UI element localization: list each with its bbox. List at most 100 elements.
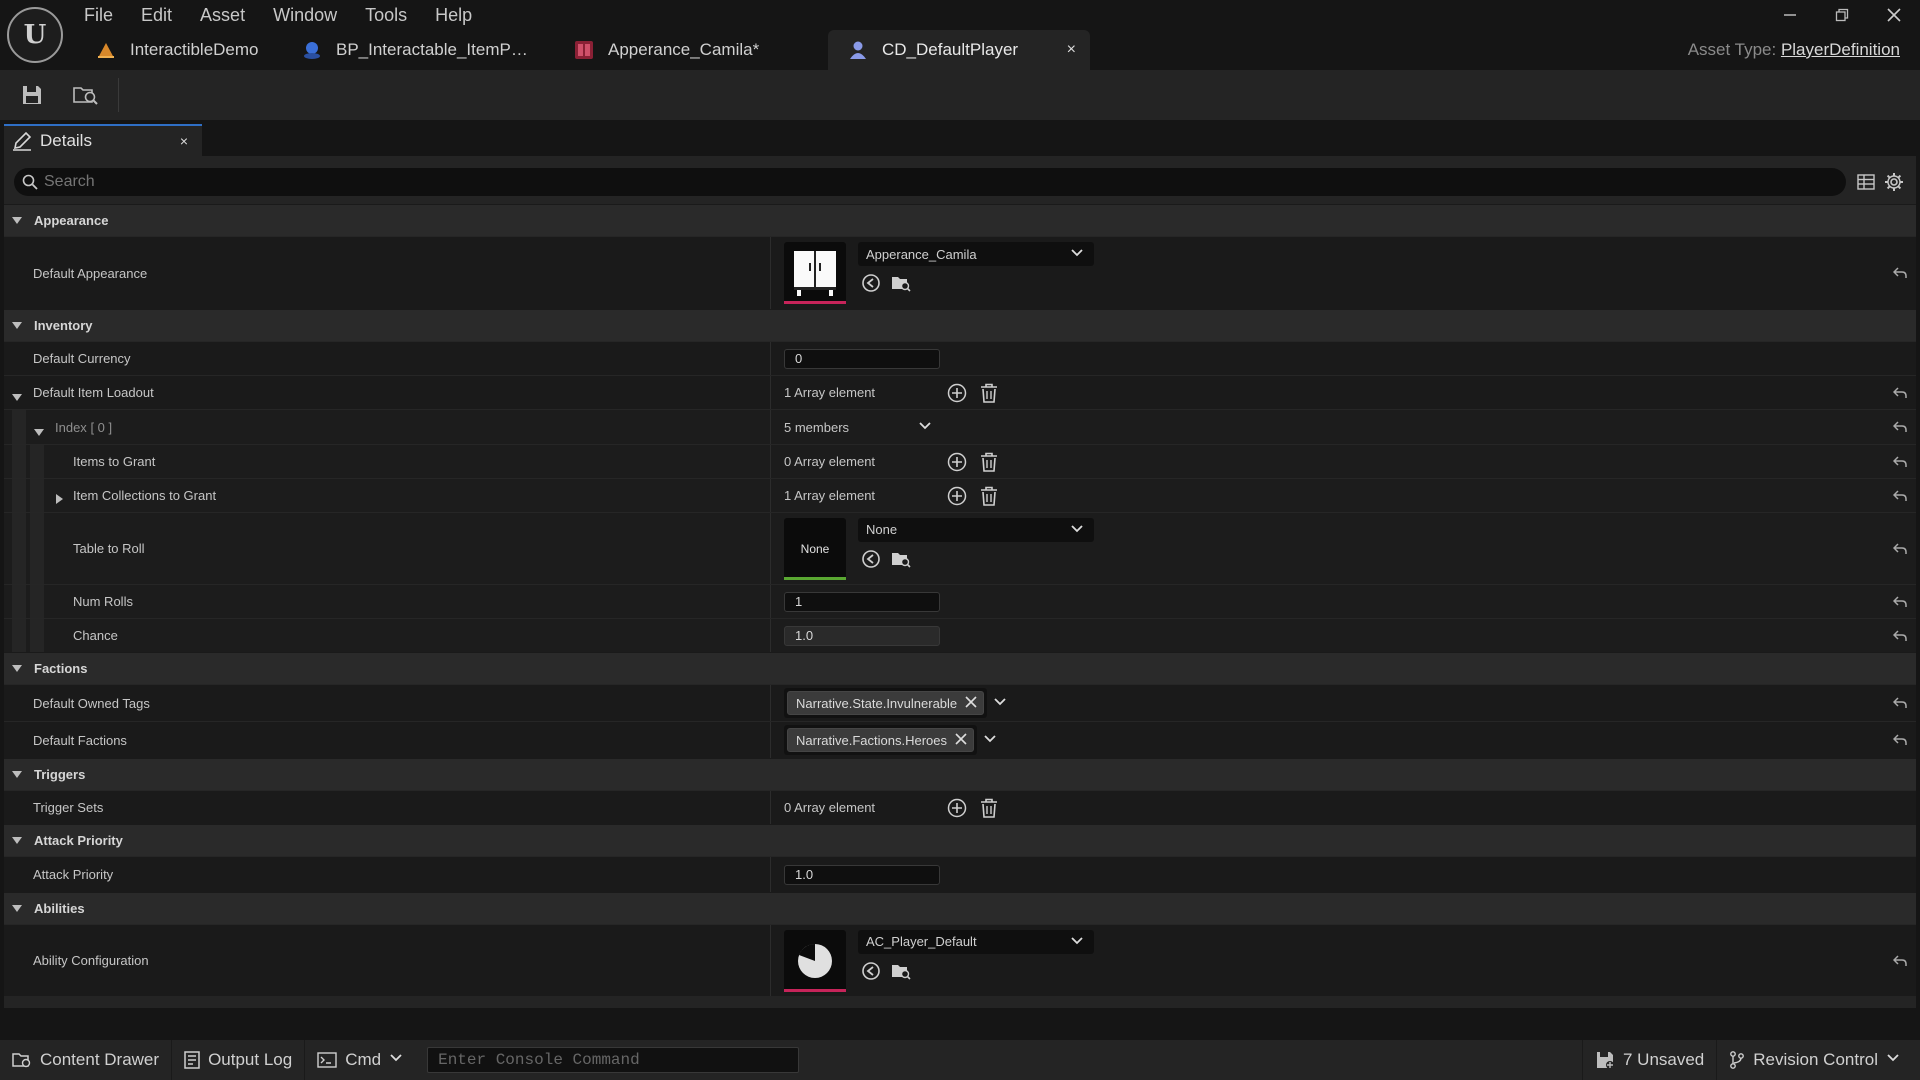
collapsed-arrow-icon[interactable] (56, 491, 64, 509)
reset-to-default-icon[interactable] (1890, 685, 1910, 721)
tab-bp-interactable[interactable]: BP_Interactable_ItemP… (284, 30, 556, 70)
tab-apperance-camila[interactable]: Apperance_Camila* (556, 30, 828, 70)
unreal-logo-icon[interactable]: U (7, 7, 63, 63)
reset-to-default-icon[interactable] (1890, 585, 1910, 618)
close-details-icon[interactable]: × (180, 133, 188, 149)
browse-icon[interactable] (890, 272, 912, 294)
column-splitter[interactable] (770, 791, 771, 824)
settings-gear-icon[interactable] (1884, 172, 1904, 192)
column-splitter[interactable] (770, 685, 771, 721)
asset-thumbnail[interactable] (784, 242, 846, 304)
menu-window[interactable]: Window (259, 3, 351, 29)
prop-chance: Chance (4, 618, 1916, 652)
reset-to-default-icon[interactable] (1890, 376, 1910, 409)
column-splitter[interactable] (770, 445, 771, 478)
tab-interactible-demo[interactable]: InteractibleDemo (78, 30, 284, 70)
column-splitter[interactable] (770, 857, 771, 892)
use-selected-icon[interactable] (860, 548, 882, 570)
browse-to-asset-icon[interactable] (70, 79, 102, 111)
menu-tools[interactable]: Tools (351, 3, 421, 29)
search-input[interactable] (44, 173, 1846, 191)
details-tab[interactable]: Details × (4, 124, 202, 156)
chevron-down-icon[interactable] (918, 419, 932, 436)
menu-edit[interactable]: Edit (127, 3, 186, 29)
revision-control-button[interactable]: Revision Control (1717, 1040, 1920, 1080)
column-splitter[interactable] (770, 479, 771, 512)
remove-tag-icon[interactable] (955, 732, 967, 748)
trash-icon[interactable] (978, 485, 1000, 507)
tab-cd-default-player[interactable]: CD_DefaultPlayer × (828, 30, 1090, 70)
category-factions[interactable]: Factions (4, 652, 1916, 684)
content-drawer-button[interactable]: Content Drawer (0, 1040, 173, 1080)
reset-to-default-icon[interactable] (1890, 410, 1910, 444)
reset-to-default-icon[interactable] (1890, 619, 1910, 652)
minimize-icon[interactable] (1764, 0, 1816, 30)
gameplay-tag-chip[interactable]: Narrative.Factions.Heroes (787, 728, 974, 752)
num-rolls-field[interactable] (784, 591, 940, 612)
add-element-icon[interactable] (946, 485, 968, 507)
browse-icon[interactable] (890, 960, 912, 982)
chevron-down-icon[interactable] (993, 695, 1007, 712)
menu-help[interactable]: Help (421, 3, 486, 29)
column-splitter[interactable] (770, 342, 771, 375)
browse-icon[interactable] (890, 548, 912, 570)
column-splitter[interactable] (770, 619, 771, 652)
use-selected-icon[interactable] (860, 960, 882, 982)
column-splitter[interactable] (770, 925, 771, 996)
asset-thumbnail[interactable] (784, 929, 846, 992)
reset-to-default-icon[interactable] (1890, 445, 1910, 478)
restore-icon[interactable] (1816, 0, 1868, 30)
table-view-icon[interactable] (1856, 172, 1876, 192)
trash-icon[interactable] (978, 382, 1000, 404)
category-triggers[interactable]: Triggers (4, 758, 1916, 790)
save-icon[interactable] (16, 79, 48, 111)
asset-combo[interactable]: AC_Player_Default (858, 929, 1094, 954)
column-splitter[interactable] (770, 513, 771, 584)
cmd-dropdown[interactable]: Cmd (305, 1040, 415, 1080)
unsaved-button[interactable]: 7 Unsaved (1581, 1040, 1718, 1080)
category-appearance[interactable]: Appearance (4, 204, 1916, 236)
reset-to-default-icon[interactable] (1890, 237, 1910, 309)
expand-arrow-icon[interactable] (12, 389, 22, 407)
reset-to-default-icon[interactable] (1890, 479, 1910, 512)
expand-arrow-icon[interactable] (34, 424, 44, 442)
index-label: Index (55, 419, 87, 435)
asset-type-bar (784, 576, 846, 580)
close-tab-icon[interactable]: × (1067, 41, 1076, 59)
output-log-button[interactable]: Output Log (172, 1040, 306, 1080)
add-element-icon[interactable] (946, 797, 968, 819)
attack-priority-field[interactable] (784, 864, 940, 885)
asset-type-link[interactable]: PlayerDefinition (1781, 40, 1900, 59)
asset-combo[interactable]: Apperance_Camila (858, 242, 1094, 266)
status-bar-right: 7 Unsaved Revision Control (1581, 1040, 1920, 1080)
column-splitter[interactable] (770, 585, 771, 618)
trash-icon[interactable] (978, 797, 1000, 819)
output-log-label: Output Log (208, 1050, 293, 1069)
column-splitter[interactable] (770, 237, 771, 309)
chevron-down-icon[interactable] (983, 732, 997, 749)
gameplay-tag-chip[interactable]: Narrative.State.Invulnerable (787, 691, 985, 715)
add-element-icon[interactable] (946, 382, 968, 404)
column-splitter[interactable] (770, 722, 771, 758)
column-splitter[interactable] (770, 410, 771, 444)
reset-to-default-icon[interactable] (1890, 925, 1910, 996)
trash-icon[interactable] (978, 451, 1000, 473)
reset-to-default-icon[interactable] (1890, 513, 1910, 584)
column-splitter[interactable] (770, 376, 771, 409)
default-currency-field[interactable] (784, 348, 940, 369)
use-selected-icon[interactable] (860, 272, 882, 294)
category-attack-priority[interactable]: Attack Priority (4, 824, 1916, 856)
category-abilities[interactable]: Abilities (4, 892, 1916, 924)
prop-label: Item Collections to Grant (73, 488, 217, 503)
menu-file[interactable]: File (70, 3, 127, 29)
asset-combo[interactable]: None (858, 517, 1094, 542)
reset-to-default-icon[interactable] (1890, 722, 1910, 758)
close-icon[interactable] (1868, 0, 1920, 30)
category-inventory[interactable]: Inventory (4, 309, 1916, 341)
remove-tag-icon[interactable] (965, 695, 977, 711)
chance-slider-field[interactable] (784, 625, 940, 646)
menu-asset[interactable]: Asset (186, 3, 259, 29)
console-input[interactable]: Enter Console Command (427, 1047, 800, 1073)
asset-thumbnail[interactable]: None (784, 517, 846, 580)
add-element-icon[interactable] (946, 451, 968, 473)
